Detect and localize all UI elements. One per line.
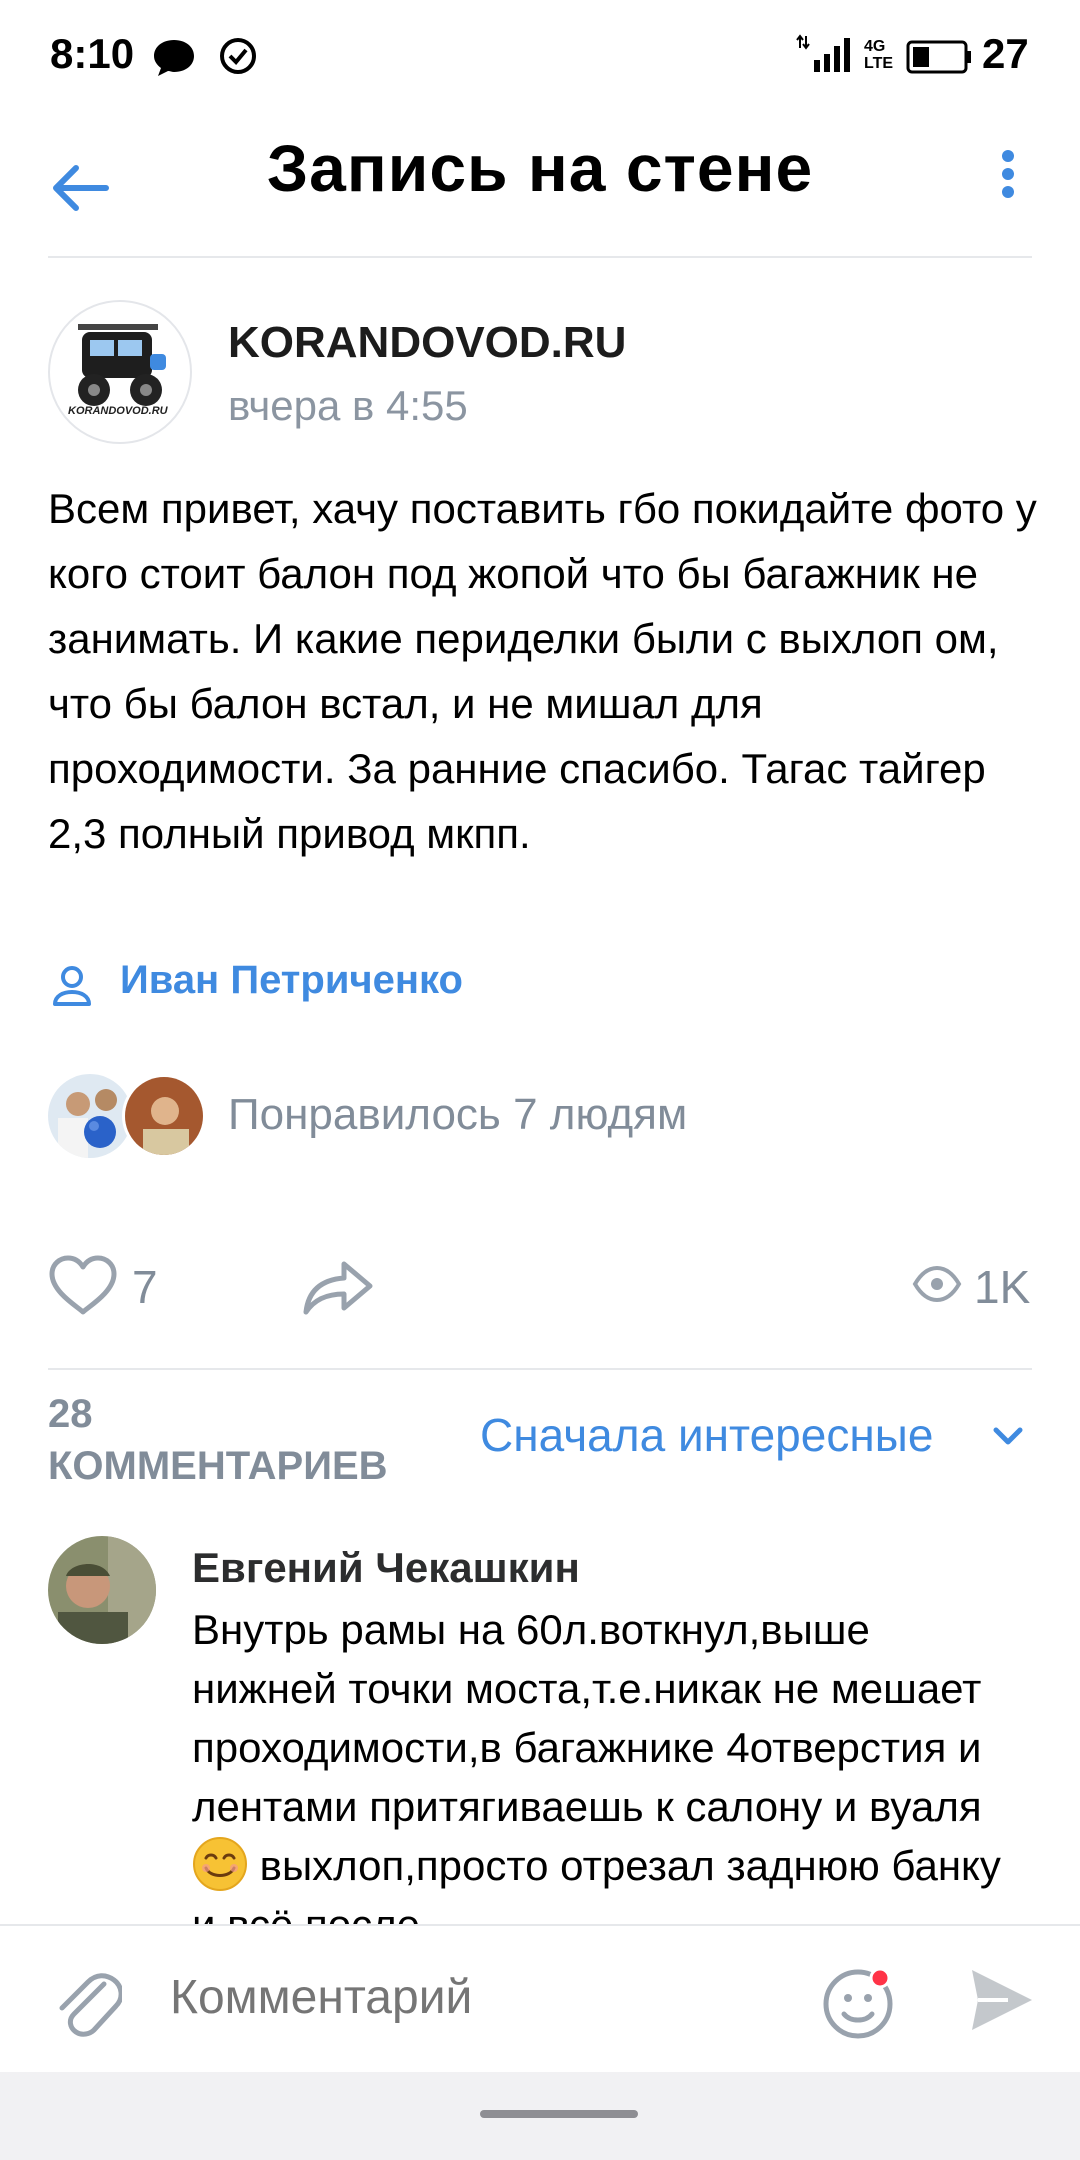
post-text: Всем привет, хачу поставить гбо покидайт… (48, 485, 1037, 857)
views-count: 1K (974, 1261, 1031, 1313)
sort-dropdown[interactable]: Сначала интересные (480, 1408, 933, 1462)
comments-count-label: КОММЕНТАРИЕВ (48, 1444, 388, 1488)
battery-level: 27 (982, 30, 1029, 77)
eye-icon (912, 1265, 962, 1303)
check-circle-icon (220, 38, 256, 74)
comment-text: Внутрь рамы на 60л.воткнул,выше нижней т… (192, 1600, 1022, 1954)
message-icon (154, 40, 194, 76)
comments-divider (48, 1368, 1032, 1370)
comments-count-number: 28 (48, 1392, 93, 1436)
user-icon (53, 966, 91, 1006)
network-type: 4G LTE (864, 38, 894, 72)
comment-text-part: Внутрь рамы на 60л.воткнул,выше нижней т… (192, 1606, 982, 1830)
commenter-name[interactable]: Евгений Чекашкин (192, 1544, 580, 1592)
group-name[interactable]: KORANDOVOD.RU (228, 318, 626, 368)
liked-by-text[interactable]: Понравилось 7 людям (228, 1090, 687, 1140)
share-icon[interactable] (300, 1252, 380, 1322)
page-title: Запись на стене (266, 131, 814, 205)
chevron-down-icon[interactable] (990, 1422, 1026, 1452)
logo-text: KORANDOVOD.RU (68, 405, 169, 417)
smiling-emoji-icon (193, 1837, 247, 1891)
post-time: вчера в 4:55 (228, 382, 468, 429)
comment-input[interactable] (170, 1970, 770, 2025)
jeep-logo-icon: KORANDOVOD.RU (68, 324, 169, 417)
paperclip-icon[interactable] (52, 1966, 122, 2046)
commenter-avatar[interactable] (48, 1536, 156, 1644)
home-gesture-handle[interactable] (480, 2110, 638, 2118)
comments-count: 28 КОММЕНТАРИЕВ (48, 1388, 448, 1492)
more-vertical-icon[interactable] (990, 148, 1030, 218)
liker-avatar[interactable] (48, 1074, 132, 1158)
battery-icon (906, 40, 971, 74)
header-divider (48, 256, 1032, 258)
group-avatar[interactable]: KORANDOVOD.RU (48, 300, 192, 444)
author-name[interactable]: Иван Петриченко (120, 958, 463, 1003)
status-time: 8:10 (50, 30, 135, 77)
heart-icon[interactable] (48, 1252, 118, 1322)
like-count: 7 (132, 1261, 158, 1313)
send-icon[interactable] (966, 1962, 1036, 2038)
signal-icon (796, 34, 850, 72)
liker-avatar[interactable] (122, 1074, 206, 1158)
smile-icon[interactable] (820, 1962, 900, 2042)
